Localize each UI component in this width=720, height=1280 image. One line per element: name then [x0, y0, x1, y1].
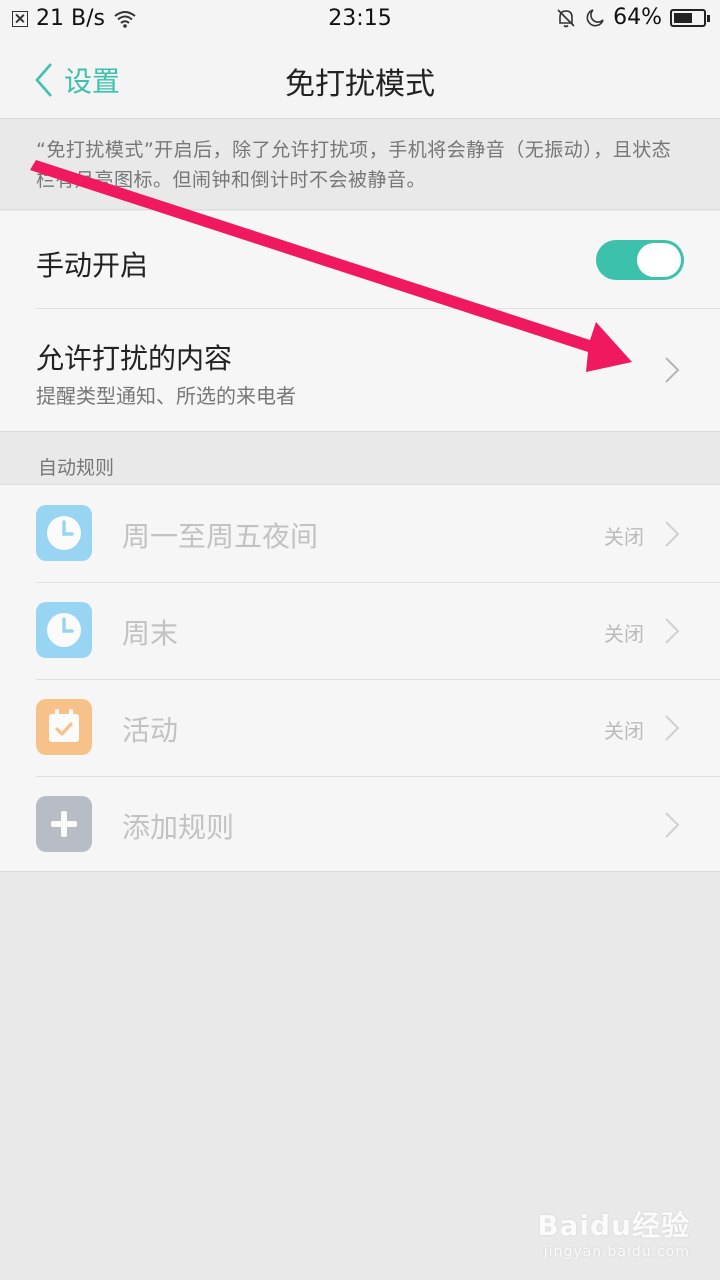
battery-percent: 64%: [613, 5, 662, 30]
baidu-watermark: Baidu经验 jingyan.baidu.com: [537, 1204, 690, 1260]
manual-enable-toggle[interactable]: [596, 240, 684, 280]
allowed-content-sub: 提醒类型通知、所选的来电者: [36, 384, 296, 408]
chevron-right-icon: [665, 812, 680, 838]
rule-label: 周一至周五夜间: [122, 520, 319, 553]
chevron-right-icon: [665, 715, 680, 741]
calendar-icon: [36, 699, 92, 755]
rule-status: 关闭: [604, 622, 644, 646]
auto-rules-section-title: 自动规则: [38, 457, 115, 479]
page-title: 免打扰模式: [285, 67, 435, 102]
chevron-right-icon: [665, 521, 680, 547]
add-rule-row[interactable]: 添加规则: [0, 776, 720, 873]
rule-status: 关闭: [604, 525, 644, 549]
auto-rules-group: 周一至周五夜间 关闭 周末 关闭 活动 关闭 添加规则: [0, 484, 720, 872]
moon-icon: [586, 8, 604, 26]
chevron-right-icon: [665, 357, 680, 383]
rule-row-weekend[interactable]: 周末 关闭: [0, 582, 720, 679]
status-bar: 21 B/s 23:15 64%: [0, 0, 720, 38]
manual-settings-group: 手动开启 允许打扰的内容 提醒类型通知、所选的来电者: [0, 211, 720, 432]
watermark-url: jingyan.baidu.com: [543, 1244, 690, 1260]
clock-icon: [36, 602, 92, 658]
mode-description: “免打扰模式”开启后，除了允许打扰项，手机将会静音（无振动），且状态栏有月亮图标…: [0, 118, 720, 210]
rule-label: 周末: [122, 617, 179, 650]
plus-icon: [36, 796, 92, 852]
rule-row-event[interactable]: 活动 关闭: [0, 679, 720, 776]
chevron-right-icon: [665, 618, 680, 644]
rule-status: 关闭: [604, 719, 644, 743]
bell-muted-icon: [557, 8, 575, 27]
allowed-content-label: 允许打扰的内容: [36, 342, 233, 375]
manual-enable-label: 手动开启: [36, 249, 149, 282]
battery-icon: [670, 8, 710, 27]
rule-label: 活动: [122, 714, 179, 747]
toggle-knob: [637, 243, 681, 277]
add-rule-label: 添加规则: [122, 811, 235, 844]
app-header: 设置 免打扰模式: [0, 38, 720, 118]
watermark-brand: Baidu经验: [537, 1209, 690, 1242]
manual-enable-row[interactable]: 手动开启: [0, 211, 720, 308]
clock-icon: [36, 505, 92, 561]
status-right: 64%: [555, 5, 710, 30]
rule-row-weeknight[interactable]: 周一至周五夜间 关闭: [0, 485, 720, 582]
allowed-content-row[interactable]: 允许打扰的内容 提醒类型通知、所选的来电者: [0, 309, 720, 431]
